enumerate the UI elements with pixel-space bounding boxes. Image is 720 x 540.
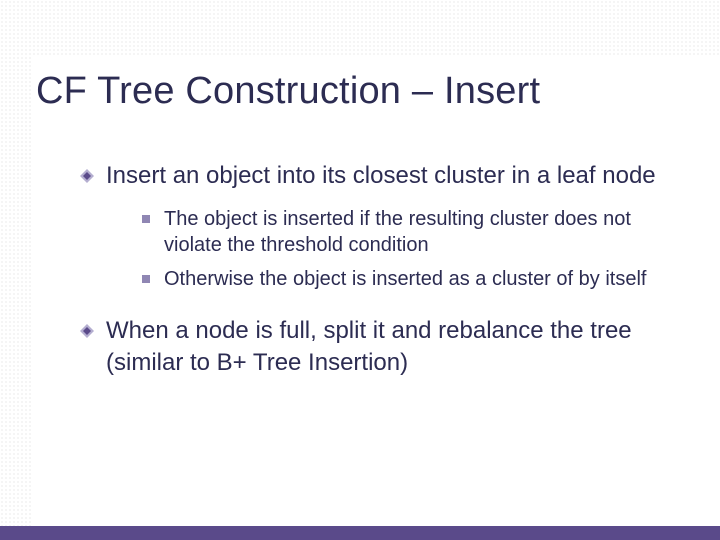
slide-title: CF Tree Construction – Insert [36,70,700,113]
footer-accent-bar [0,526,720,540]
dotted-guide-left [0,0,32,540]
slide: CF Tree Construction – Insert Insert an … [0,0,720,540]
list-item-text: Otherwise the object is inserted as a cl… [164,266,680,292]
list-item-text: Insert an object into its closest cluste… [106,160,680,192]
list-item-text: When a node is full, split it and rebala… [106,315,680,378]
diamond-bullet-icon [80,324,94,338]
list-item: Insert an object into its closest cluste… [80,160,680,192]
dotted-guide-top [0,0,720,55]
diamond-bullet-icon [80,169,94,183]
square-bullet-icon [142,215,150,223]
list-item: When a node is full, split it and rebala… [80,315,680,378]
sub-list: The object is inserted if the resulting … [142,206,680,293]
list-item: Otherwise the object is inserted as a cl… [142,266,680,292]
list-item: The object is inserted if the resulting … [142,206,680,259]
square-bullet-icon [142,275,150,283]
list-item-text: The object is inserted if the resulting … [164,206,680,259]
slide-body: Insert an object into its closest cluste… [80,160,680,392]
